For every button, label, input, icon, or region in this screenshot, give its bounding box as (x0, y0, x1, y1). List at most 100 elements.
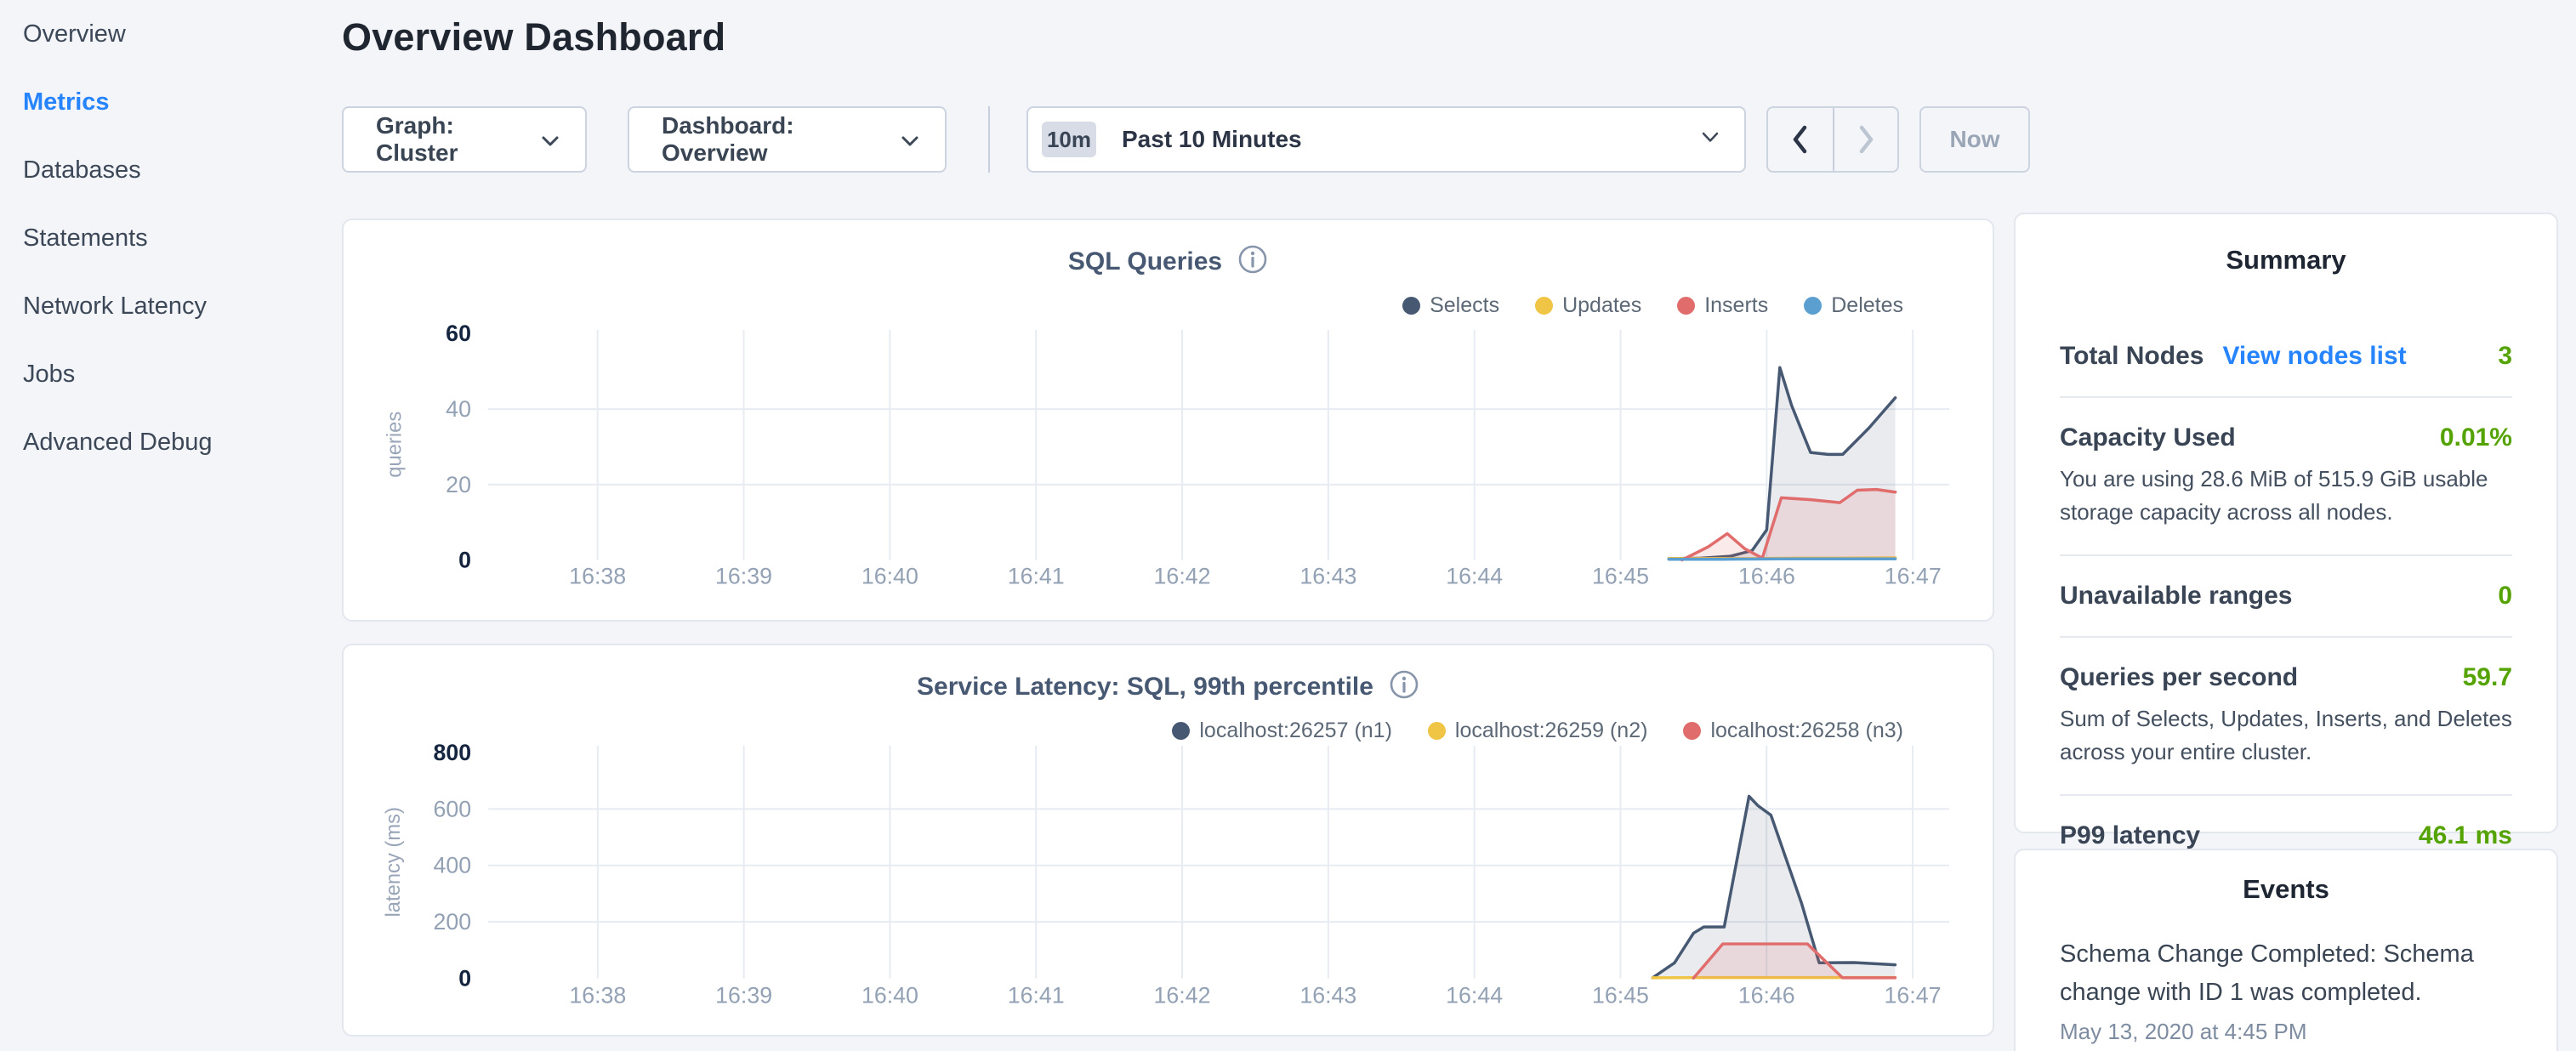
summary-value: 3 (2498, 342, 2512, 371)
x-tick-label: 16:43 (1299, 982, 1356, 1008)
x-tick-label: 16:44 (1446, 563, 1503, 588)
legend-item: Updates (1535, 293, 1641, 318)
summary-value: 0 (2498, 582, 2512, 611)
x-tick-label: 16:47 (1885, 982, 1942, 1008)
graph-scope-label: Graph: Cluster (376, 112, 541, 167)
divider (2060, 794, 2512, 796)
divider (2060, 554, 2512, 556)
sidebar-item-jobs[interactable]: Jobs (0, 340, 340, 408)
x-tick-label: 16:46 (1738, 563, 1795, 588)
chart-legend: localhost:26257 (n1) localhost:26259 (n2)… (1172, 719, 1903, 743)
legend-dot (1683, 722, 1701, 740)
divider (2060, 396, 2512, 398)
graph-scope-dropdown[interactable]: Graph: Cluster (342, 106, 587, 173)
summary-row-p99-latency: P99 latency 46.1 ms (2060, 821, 2512, 850)
summary-row-total-nodes: Total Nodes View nodes list 3 (2060, 342, 2512, 371)
x-tick-label: 16:39 (715, 563, 772, 588)
summary-panel: Summary Total Nodes View nodes list 3 Ca… (2014, 213, 2558, 833)
legend-dot (1402, 297, 1420, 315)
legend-label: Inserts (1704, 293, 1768, 318)
y-tick-label: 60 (446, 321, 471, 346)
x-tick-label: 16:42 (1154, 982, 1211, 1008)
page-title: Overview Dashboard (342, 15, 725, 60)
chevron-left-icon (1790, 124, 1811, 155)
chart-title: Service Latency: SQL, 99th percentile (917, 673, 1373, 702)
time-window-pager (1766, 106, 1899, 173)
y-tick-label: 600 (434, 796, 472, 821)
sidebar-item-overview[interactable]: Overview (0, 0, 340, 68)
previous-window-button[interactable] (1768, 108, 1833, 171)
now-button[interactable]: Now (1919, 106, 2030, 173)
sidebar-item-network-latency[interactable]: Network Latency (0, 272, 340, 340)
y-tick-label: 0 (458, 966, 471, 991)
sidebar-item-metrics[interactable]: Metrics (0, 68, 340, 136)
sidebar-item-databases[interactable]: Databases (0, 136, 340, 204)
chevron-down-icon (541, 126, 560, 153)
sql-queries-chart[interactable]: 16:3816:3916:4016:4116:4216:4316:4416:45… (344, 220, 1993, 620)
x-tick-label: 16:38 (569, 563, 626, 588)
summary-value: 46.1 ms (2419, 821, 2512, 850)
chart-header: Service Latency: SQL, 99th percentile (344, 669, 1993, 704)
x-tick-label: 16:42 (1154, 563, 1211, 588)
next-window-button[interactable] (1833, 108, 1897, 171)
x-tick-label: 16:41 (1008, 563, 1065, 588)
x-tick-label: 16:38 (569, 982, 626, 1008)
x-tick-label: 16:39 (715, 982, 772, 1008)
legend-item: localhost:26258 (n3) (1683, 719, 1903, 743)
events-title: Events (2060, 874, 2512, 905)
sidebar-item-advanced-debug[interactable]: Advanced Debug (0, 408, 340, 476)
legend-item: localhost:26257 (n1) (1172, 719, 1392, 743)
y-axis-unit-label: latency (ms) (382, 807, 405, 917)
header-divider (988, 106, 990, 173)
x-tick-label: 16:47 (1885, 563, 1942, 588)
event-timestamp: May 13, 2020 at 4:45 PM (2060, 1019, 2512, 1045)
summary-label: Capacity Used (2060, 423, 2236, 452)
summary-value: 0.01% (2440, 423, 2512, 452)
sidebar-item-statements[interactable]: Statements (0, 204, 340, 272)
info-icon[interactable] (1237, 244, 1268, 279)
legend-label: Selects (1430, 293, 1499, 318)
summary-row-capacity-used: Capacity Used 0.01% (2060, 423, 2512, 452)
summary-title: Summary (2060, 245, 2512, 276)
legend-item: Deletes (1804, 293, 1903, 318)
view-nodes-list-link[interactable]: View nodes list (2222, 342, 2406, 371)
x-tick-label: 16:40 (862, 563, 918, 588)
chevron-down-icon (901, 126, 919, 153)
event-message[interactable]: Schema Change Completed: Schema change w… (2060, 935, 2512, 1012)
summary-row-queries-per-second: Queries per second 59.7 (2060, 663, 2512, 692)
x-tick-label: 16:41 (1008, 982, 1065, 1008)
legend-item: Selects (1402, 293, 1499, 318)
events-panel: Events Schema Change Completed: Schema c… (2014, 849, 2558, 1051)
y-tick-label: 200 (434, 909, 472, 935)
time-range-badge: 10m (1042, 122, 1096, 157)
series-area (1682, 490, 1896, 560)
legend-label: localhost:26257 (n1) (1199, 719, 1392, 743)
legend-label: localhost:26259 (n2) (1455, 719, 1648, 743)
chart-title: SQL Queries (1068, 247, 1222, 276)
chart-header: SQL Queries (344, 244, 1993, 279)
x-tick-label: 16:45 (1592, 563, 1649, 588)
legend-item: Inserts (1677, 293, 1768, 318)
page: Overview Metrics Databases Statements Ne… (0, 0, 2576, 1051)
legend-label: Deletes (1831, 293, 1903, 318)
legend-dot (1428, 722, 1446, 740)
legend-label: localhost:26258 (n3) (1710, 719, 1903, 743)
legend-label: Updates (1562, 293, 1641, 318)
divider (2060, 636, 2512, 638)
time-range-picker[interactable]: 10m Past 10 Minutes (1026, 106, 1746, 173)
y-tick-label: 400 (434, 853, 472, 878)
summary-label: P99 latency (2060, 821, 2200, 850)
legend-item: localhost:26259 (n2) (1428, 719, 1648, 743)
x-tick-label: 16:45 (1592, 982, 1649, 1008)
x-tick-label: 16:46 (1738, 982, 1795, 1008)
summary-label: Queries per second (2060, 663, 2298, 692)
chart-legend: Selects Updates Inserts Deletes (1402, 293, 1903, 318)
service-latency-chart-card: 16:3816:3916:4016:4116:4216:4316:4416:45… (342, 644, 1994, 1037)
dashboard-select-label: Dashboard: Overview (662, 112, 901, 167)
chevron-right-icon (1856, 124, 1876, 155)
legend-dot (1172, 722, 1190, 740)
summary-value: 59.7 (2463, 663, 2512, 692)
info-icon[interactable] (1389, 669, 1419, 704)
sidebar: Overview Metrics Databases Statements Ne… (0, 0, 340, 1051)
dashboard-select-dropdown[interactable]: Dashboard: Overview (628, 106, 947, 173)
